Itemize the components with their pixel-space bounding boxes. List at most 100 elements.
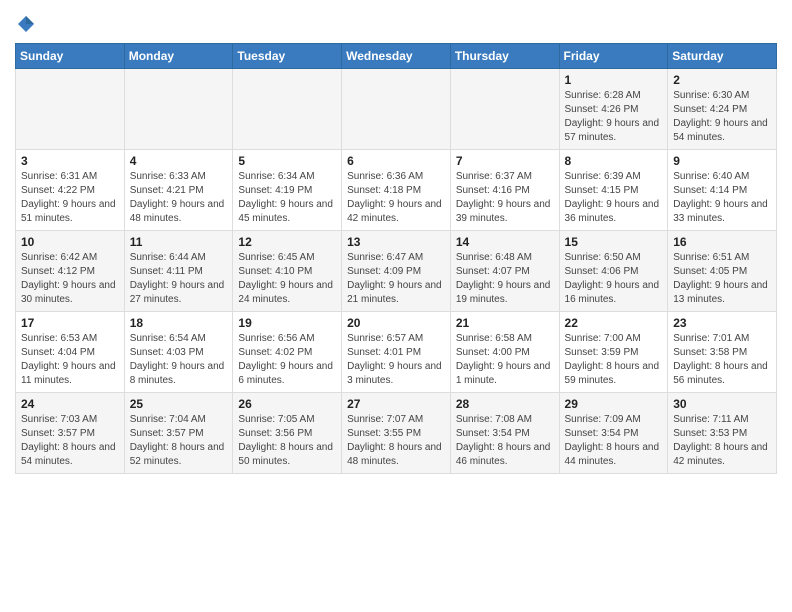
day-number: 4 — [130, 154, 228, 168]
day-detail: Sunrise: 6:31 AM Sunset: 4:22 PM Dayligh… — [21, 170, 119, 226]
day-detail: Sunrise: 6:48 AM Sunset: 4:07 PM Dayligh… — [456, 251, 554, 307]
header-monday: Monday — [124, 44, 233, 69]
calendar-week-row: 1 Sunrise: 6:28 AM Sunset: 4:26 PM Daylig… — [16, 69, 777, 150]
day-number: 20 — [347, 316, 445, 330]
calendar-cell: 17 Sunrise: 6:53 AM Sunset: 4:04 PM Dayli… — [16, 312, 125, 393]
day-number: 3 — [21, 154, 119, 168]
calendar-cell: 16Sunrise: 6:51 AM Sunset: 4:05 PM Dayli… — [668, 231, 777, 312]
calendar-cell: 22Sunrise: 7:00 AM Sunset: 3:59 PM Dayli… — [559, 312, 668, 393]
day-number: 2 — [673, 73, 771, 87]
calendar-cell: 21 Sunrise: 6:58 AM Sunset: 4:00 PM Dayli… — [450, 312, 559, 393]
day-number: 29 — [565, 397, 663, 411]
day-detail: Sunrise: 6:42 AM Sunset: 4:12 PM Dayligh… — [21, 251, 119, 307]
calendar-cell: 2Sunrise: 6:30 AM Sunset: 4:24 PM Daylig… — [668, 69, 777, 150]
calendar-cell: 1 Sunrise: 6:28 AM Sunset: 4:26 PM Daylig… — [559, 69, 668, 150]
calendar-header-row: SundayMondayTuesdayWednesdayThursdayFrid… — [16, 44, 777, 69]
day-detail: Sunrise: 7:04 AM Sunset: 3:57 PM Dayligh… — [130, 413, 228, 469]
day-detail: Sunrise: 6:54 AM Sunset: 4:03 PM Dayligh… — [130, 332, 228, 388]
calendar-cell: 26 Sunrise: 7:05 AM Sunset: 3:56 PM Dayli… — [233, 393, 342, 474]
calendar-cell: 9 Sunrise: 6:40 AM Sunset: 4:14 PM Daylig… — [668, 150, 777, 231]
day-number: 1 — [565, 73, 663, 87]
day-detail: Sunrise: 6:40 AM Sunset: 4:14 PM Dayligh… — [673, 170, 771, 226]
day-number: 15 — [565, 235, 663, 249]
calendar-cell: 29 Sunrise: 7:09 AM Sunset: 3:54 PM Dayli… — [559, 393, 668, 474]
calendar-week-row: 17 Sunrise: 6:53 AM Sunset: 4:04 PM Dayli… — [16, 312, 777, 393]
day-detail: Sunrise: 6:44 AM Sunset: 4:11 PM Dayligh… — [130, 251, 228, 307]
day-number: 21 — [456, 316, 554, 330]
header — [15, 10, 777, 38]
calendar-week-row: 3 Sunrise: 6:31 AM Sunset: 4:22 PM Daylig… — [16, 150, 777, 231]
day-detail: Sunrise: 6:39 AM Sunset: 4:15 PM Dayligh… — [565, 170, 663, 226]
calendar-cell: 13 Sunrise: 6:47 AM Sunset: 4:09 PM Dayli… — [342, 231, 451, 312]
day-detail: Sunrise: 7:01 AM Sunset: 3:58 PM Dayligh… — [673, 332, 771, 388]
day-number: 13 — [347, 235, 445, 249]
day-detail: Sunrise: 6:36 AM Sunset: 4:18 PM Dayligh… — [347, 170, 445, 226]
day-number: 25 — [130, 397, 228, 411]
calendar-cell: 7 Sunrise: 6:37 AM Sunset: 4:16 PM Daylig… — [450, 150, 559, 231]
calendar-cell — [450, 69, 559, 150]
calendar-cell: 25 Sunrise: 7:04 AM Sunset: 3:57 PM Dayli… — [124, 393, 233, 474]
calendar-cell: 18 Sunrise: 6:54 AM Sunset: 4:03 PM Dayli… — [124, 312, 233, 393]
day-detail: Sunrise: 6:33 AM Sunset: 4:21 PM Dayligh… — [130, 170, 228, 226]
calendar-cell: 19 Sunrise: 6:56 AM Sunset: 4:02 PM Dayli… — [233, 312, 342, 393]
day-detail: Sunrise: 7:05 AM Sunset: 3:56 PM Dayligh… — [238, 413, 336, 469]
day-number: 11 — [130, 235, 228, 249]
logo-text — [15, 15, 35, 38]
day-number: 18 — [130, 316, 228, 330]
day-number: 27 — [347, 397, 445, 411]
day-detail: Sunrise: 7:03 AM Sunset: 3:57 PM Dayligh… — [21, 413, 119, 469]
header-thursday: Thursday — [450, 44, 559, 69]
day-number: 6 — [347, 154, 445, 168]
day-number: 26 — [238, 397, 336, 411]
day-detail: Sunrise: 6:53 AM Sunset: 4:04 PM Dayligh… — [21, 332, 119, 388]
day-detail: Sunrise: 7:11 AM Sunset: 3:53 PM Dayligh… — [673, 413, 771, 469]
calendar-cell: 28Sunrise: 7:08 AM Sunset: 3:54 PM Dayli… — [450, 393, 559, 474]
header-saturday: Saturday — [668, 44, 777, 69]
calendar-cell: 27 Sunrise: 7:07 AM Sunset: 3:55 PM Dayli… — [342, 393, 451, 474]
day-detail: Sunrise: 6:28 AM Sunset: 4:26 PM Dayligh… — [565, 89, 663, 145]
calendar-cell: 4 Sunrise: 6:33 AM Sunset: 4:21 PM Daylig… — [124, 150, 233, 231]
day-number: 7 — [456, 154, 554, 168]
calendar-cell: 3 Sunrise: 6:31 AM Sunset: 4:22 PM Daylig… — [16, 150, 125, 231]
day-number: 23 — [673, 316, 771, 330]
calendar-table: SundayMondayTuesdayWednesdayThursdayFrid… — [15, 43, 777, 474]
calendar-week-row: 10 Sunrise: 6:42 AM Sunset: 4:12 PM Dayli… — [16, 231, 777, 312]
page-container: SundayMondayTuesdayWednesdayThursdayFrid… — [0, 0, 792, 489]
day-number: 9 — [673, 154, 771, 168]
day-detail: Sunrise: 6:47 AM Sunset: 4:09 PM Dayligh… — [347, 251, 445, 307]
calendar-cell: 11 Sunrise: 6:44 AM Sunset: 4:11 PM Dayli… — [124, 231, 233, 312]
day-detail: Sunrise: 7:07 AM Sunset: 3:55 PM Dayligh… — [347, 413, 445, 469]
day-number: 12 — [238, 235, 336, 249]
day-detail: Sunrise: 7:08 AM Sunset: 3:54 PM Dayligh… — [456, 413, 554, 469]
calendar-cell: 15Sunrise: 6:50 AM Sunset: 4:06 PM Dayli… — [559, 231, 668, 312]
logo-icon — [17, 20, 35, 37]
header-wednesday: Wednesday — [342, 44, 451, 69]
day-detail: Sunrise: 7:09 AM Sunset: 3:54 PM Dayligh… — [565, 413, 663, 469]
calendar-cell: 20Sunrise: 6:57 AM Sunset: 4:01 PM Dayli… — [342, 312, 451, 393]
header-friday: Friday — [559, 44, 668, 69]
day-number: 5 — [238, 154, 336, 168]
calendar-cell — [16, 69, 125, 150]
header-sunday: Sunday — [16, 44, 125, 69]
calendar-cell: 23 Sunrise: 7:01 AM Sunset: 3:58 PM Dayli… — [668, 312, 777, 393]
calendar-cell: 24 Sunrise: 7:03 AM Sunset: 3:57 PM Dayli… — [16, 393, 125, 474]
day-detail: Sunrise: 7:00 AM Sunset: 3:59 PM Dayligh… — [565, 332, 663, 388]
day-detail: Sunrise: 6:56 AM Sunset: 4:02 PM Dayligh… — [238, 332, 336, 388]
day-number: 19 — [238, 316, 336, 330]
day-number: 10 — [21, 235, 119, 249]
calendar-cell — [124, 69, 233, 150]
day-number: 8 — [565, 154, 663, 168]
day-number: 17 — [21, 316, 119, 330]
calendar-cell: 6 Sunrise: 6:36 AM Sunset: 4:18 PM Daylig… — [342, 150, 451, 231]
day-detail: Sunrise: 6:51 AM Sunset: 4:05 PM Dayligh… — [673, 251, 771, 307]
day-detail: Sunrise: 6:37 AM Sunset: 4:16 PM Dayligh… — [456, 170, 554, 226]
calendar-cell: 30Sunrise: 7:11 AM Sunset: 3:53 PM Dayli… — [668, 393, 777, 474]
day-number: 24 — [21, 397, 119, 411]
day-number: 14 — [456, 235, 554, 249]
day-detail: Sunrise: 6:58 AM Sunset: 4:00 PM Dayligh… — [456, 332, 554, 388]
calendar-cell: 10 Sunrise: 6:42 AM Sunset: 4:12 PM Dayli… — [16, 231, 125, 312]
calendar-cell — [233, 69, 342, 150]
calendar-week-row: 24 Sunrise: 7:03 AM Sunset: 3:57 PM Dayli… — [16, 393, 777, 474]
calendar-cell — [342, 69, 451, 150]
calendar-cell: 12Sunrise: 6:45 AM Sunset: 4:10 PM Dayli… — [233, 231, 342, 312]
